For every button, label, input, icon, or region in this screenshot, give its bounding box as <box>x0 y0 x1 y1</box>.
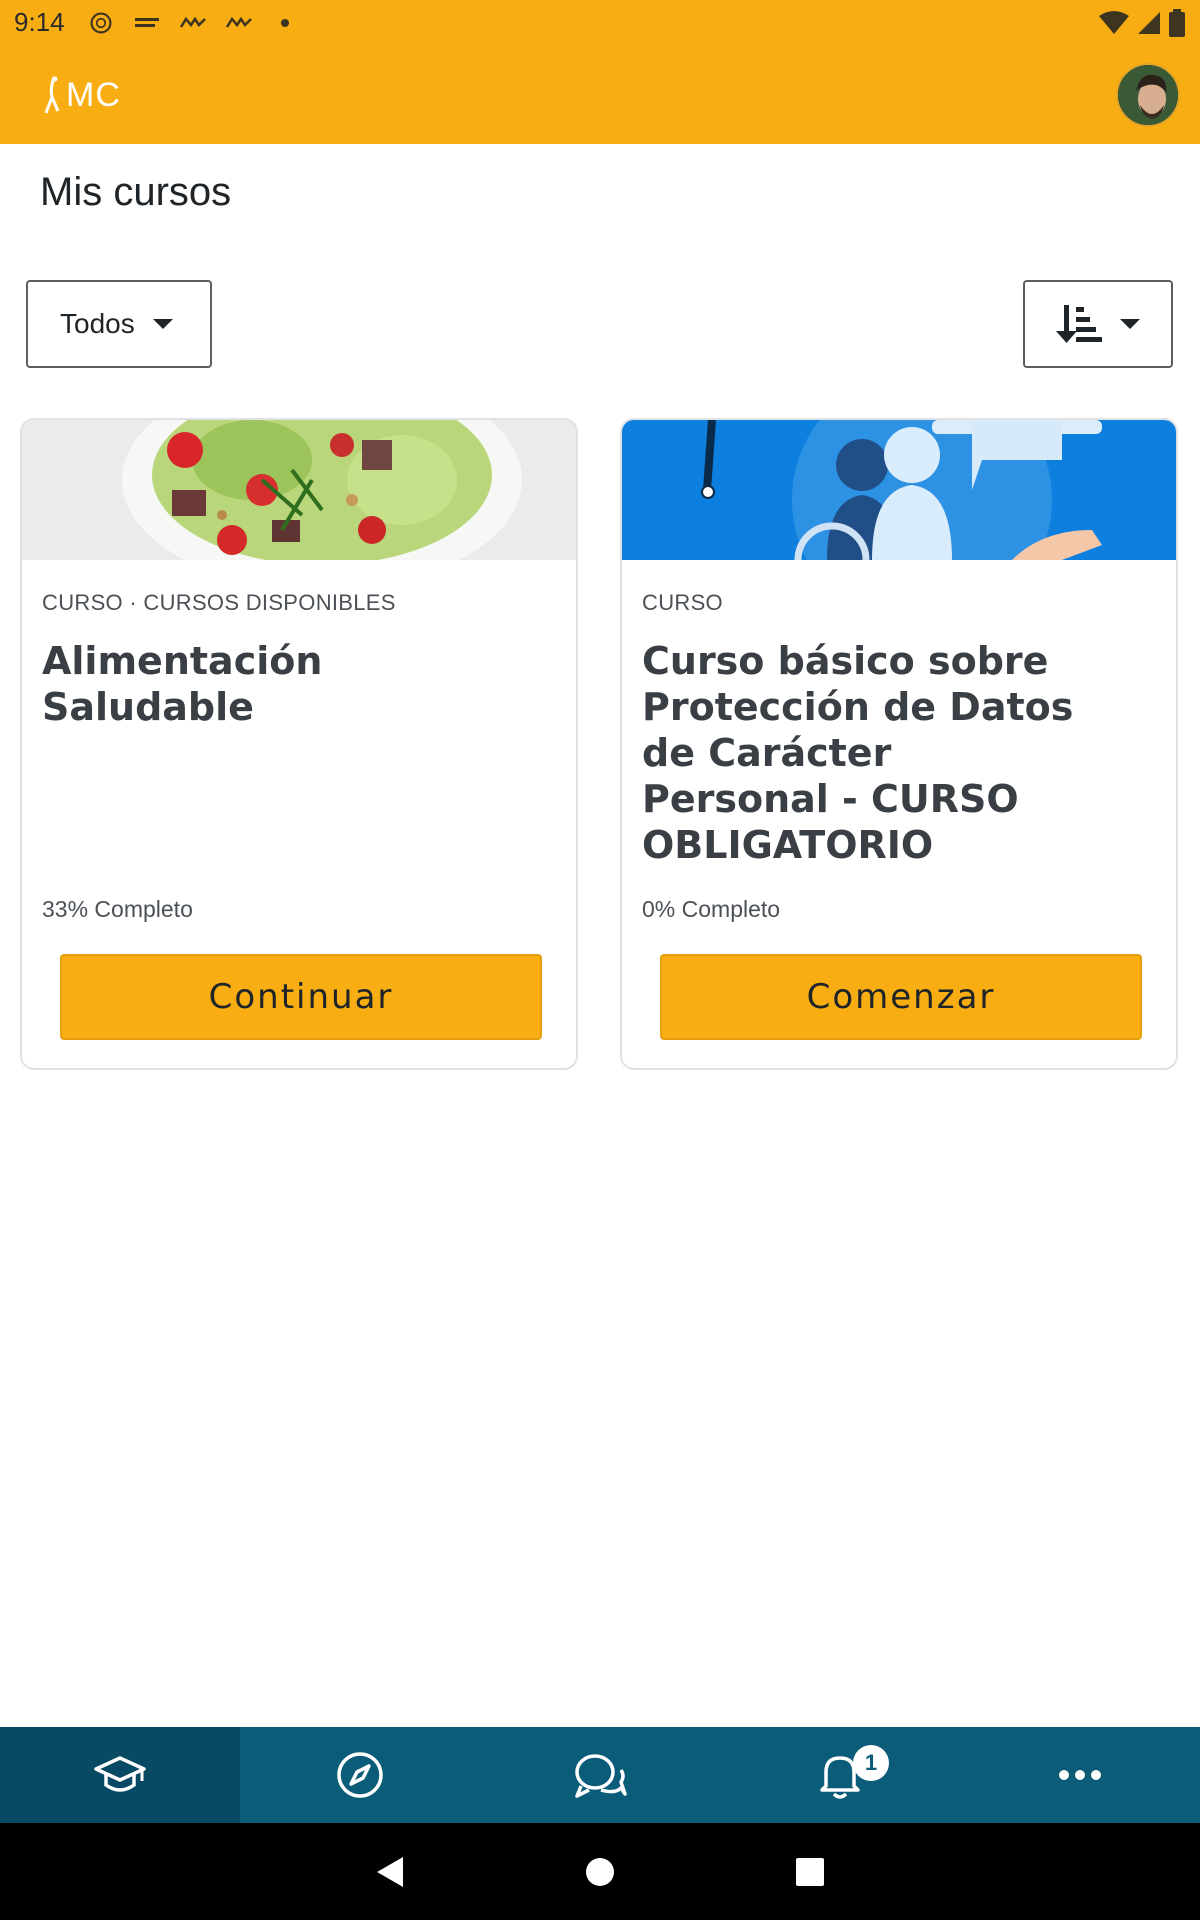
status-time: 9:14 <box>14 7 65 37</box>
nav-more[interactable] <box>960 1727 1200 1823</box>
settings-wheel-icon <box>90 12 112 33</box>
messages-icon <box>575 1754 627 1798</box>
avatar[interactable] <box>1116 62 1180 127</box>
data-protection-illustration <box>622 420 1176 560</box>
nav-courses[interactable] <box>0 1727 240 1823</box>
app-notification-icon <box>225 16 252 28</box>
home-icon[interactable] <box>585 1857 615 1887</box>
course-category: CURSO · CURSOS DISPONIBLES <box>42 590 396 615</box>
course-progress-text: 33% Completo <box>42 896 193 922</box>
sort-dropdown[interactable] <box>1023 280 1173 368</box>
course-progress-text: 0% Completo <box>642 896 781 922</box>
avatar-image <box>1118 64 1178 125</box>
wifi-icon <box>1099 10 1129 34</box>
app-logo[interactable]: MC <box>40 75 121 115</box>
course-image[interactable] <box>622 420 1176 560</box>
app-bar: MC <box>0 45 1200 144</box>
status-filter-dropdown[interactable]: Todos <box>26 280 212 368</box>
dot-icon <box>280 18 289 27</box>
sort-descending-icon <box>1056 305 1102 343</box>
course-image[interactable] <box>22 420 576 560</box>
course-card[interactable]: CURSO Curso básico sobre Protección de D… <box>620 418 1178 1070</box>
status-bar: 9:14 <box>0 0 1200 45</box>
continue-button[interactable]: Continuar <box>60 954 542 1040</box>
start-button[interactable]: Comenzar <box>660 954 1142 1040</box>
more-icon <box>1059 1770 1101 1780</box>
course-title[interactable]: Curso básico sobre Protección de Datos d… <box>642 638 1082 868</box>
course-category: CURSO <box>642 590 723 615</box>
university-logo-icon <box>134 17 159 27</box>
battery-icon <box>1169 8 1185 37</box>
chevron-down-icon <box>1120 319 1140 329</box>
bottom-navigation: 1 <box>0 1727 1200 1823</box>
recents-icon[interactable] <box>795 1857 825 1887</box>
status-icons-right <box>1098 8 1186 37</box>
salad-image <box>22 420 576 560</box>
signal-icon <box>1138 11 1160 34</box>
status-filter-value: Todos <box>60 308 135 339</box>
notification-badge: 1 <box>853 1745 889 1781</box>
course-title[interactable]: Alimentación Saludable <box>42 638 482 730</box>
back-icon[interactable] <box>375 1855 405 1889</box>
nav-messages[interactable] <box>480 1727 720 1823</box>
system-navigation-bar <box>0 1823 1200 1920</box>
app-notification-icon <box>179 16 206 28</box>
nav-discover[interactable] <box>240 1727 480 1823</box>
page-title: Mis cursos <box>40 170 232 214</box>
status-icons-left <box>87 11 299 35</box>
course-card[interactable]: CURSO · CURSOS DISPONIBLES Alimentación … <box>20 418 578 1070</box>
logo-figure-icon <box>44 76 60 114</box>
nav-notifications[interactable]: 1 <box>720 1727 960 1823</box>
logo-text: MC <box>66 75 121 114</box>
chevron-down-icon <box>152 319 173 329</box>
courses-icon <box>94 1756 146 1792</box>
discover-icon <box>337 1752 383 1798</box>
